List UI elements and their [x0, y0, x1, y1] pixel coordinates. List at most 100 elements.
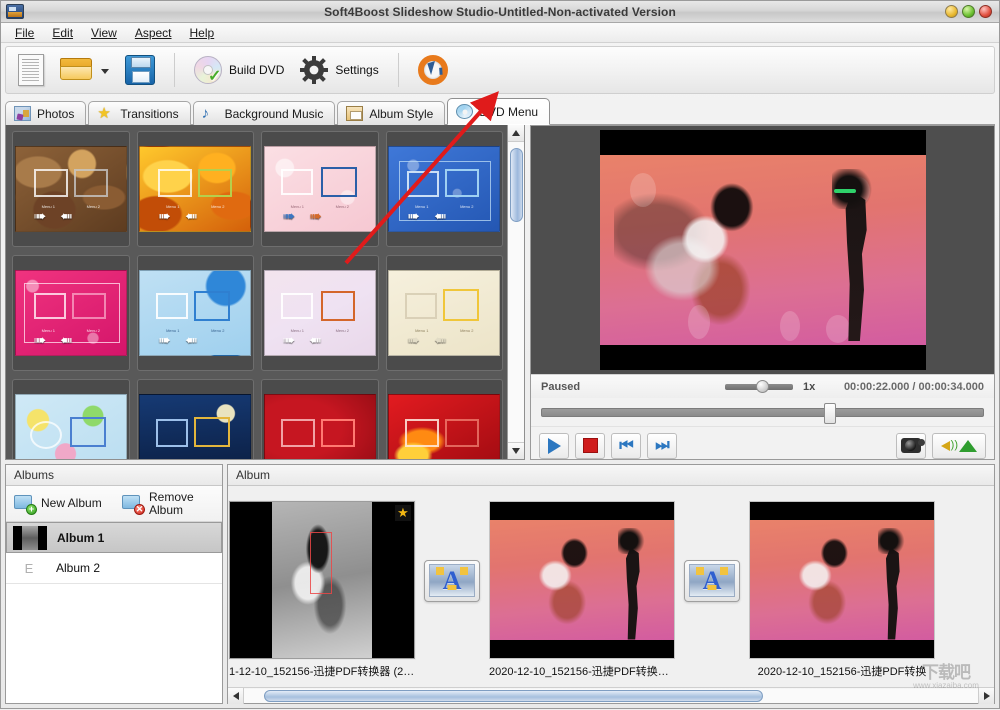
- seek-bar[interactable]: [541, 408, 984, 417]
- previous-button[interactable]: ⏮: [611, 433, 641, 459]
- filmstrip: ★ 1-12-10_152156-迅捷PDF转换器 (2)... A: [228, 486, 994, 687]
- next-button[interactable]: ⏭: [647, 433, 677, 459]
- tab-background-music[interactable]: ♪ Background Music: [193, 101, 336, 125]
- template-thumbnail: Menu 1Menu 2 ➠➠: [139, 146, 251, 232]
- scroll-up-button[interactable]: [508, 125, 525, 142]
- settings-button[interactable]: Settings: [294, 50, 384, 90]
- minimize-button[interactable]: [945, 5, 958, 18]
- template-item[interactable]: [386, 379, 504, 459]
- new-album-button[interactable]: + New Album: [6, 487, 114, 521]
- scroll-track[interactable]: [508, 142, 525, 442]
- dvd-menu-template-panel: Menu 1Menu 2 ➠➠ Menu 1Menu 2 ➠➠: [5, 125, 525, 460]
- transition-button[interactable]: A: [684, 560, 740, 602]
- stop-button[interactable]: [575, 433, 605, 459]
- template-nav-arrows: ➠➠: [158, 333, 197, 348]
- hscroll-thumb[interactable]: [264, 690, 763, 702]
- speed-slider[interactable]: [725, 384, 793, 390]
- seek-bar-thumb[interactable]: [824, 403, 836, 424]
- bottom-row: Albums + New Album ✕ Remove Album Album …: [5, 464, 995, 704]
- transition-button[interactable]: A: [424, 560, 480, 602]
- menu-edit[interactable]: Edit: [44, 24, 81, 42]
- template-item[interactable]: Menu 1Menu 2 ➠➠: [261, 255, 379, 371]
- help-cursor-icon: [418, 55, 448, 85]
- hscroll-track[interactable]: [244, 689, 978, 703]
- template-thumbnail: Menu 1Menu 2 ➠➠: [15, 146, 127, 232]
- filmstrip-slide[interactable]: ★ 1-12-10_152156-迅捷PDF转换器 (2)...: [228, 501, 416, 679]
- chevron-down-icon[interactable]: [101, 69, 109, 74]
- template-item[interactable]: [137, 379, 255, 459]
- volume-button[interactable]: )): [932, 433, 986, 459]
- remove-album-button[interactable]: ✕ Remove Album: [114, 487, 222, 521]
- chevron-right-icon: [984, 692, 990, 700]
- chevron-left-icon: [233, 692, 239, 700]
- menu-aspect[interactable]: Aspect: [127, 24, 180, 42]
- template-thumbnail: [388, 394, 500, 459]
- transition-slot[interactable]: A: [676, 560, 748, 602]
- build-dvd-label: Build DVD: [229, 63, 284, 77]
- slide-caption: 2020-12-10_152156-迅捷PDF转换: [749, 663, 935, 679]
- chevron-up-icon: [512, 130, 520, 136]
- template-item[interactable]: Menu 1Menu 2 ➠➠: [137, 131, 255, 247]
- preview-stage[interactable]: [531, 126, 994, 374]
- star-icon: ★: [97, 106, 114, 121]
- maximize-button[interactable]: [962, 5, 975, 18]
- close-button[interactable]: [979, 5, 992, 18]
- speed-slider-knob[interactable]: [756, 380, 769, 393]
- slide-thumbnail[interactable]: ★: [229, 501, 415, 659]
- template-vertical-scrollbar[interactable]: [507, 125, 524, 459]
- template-item[interactable]: [261, 379, 379, 459]
- template-item[interactable]: Menu 1Menu 2 ➠➠: [12, 255, 130, 371]
- slide-thumbnail[interactable]: [749, 501, 935, 659]
- remove-album-icon: ✕: [122, 495, 144, 513]
- transition-slot[interactable]: A: [416, 560, 488, 602]
- template-thumbnail: [264, 394, 376, 459]
- chevron-down-icon: [512, 448, 520, 454]
- template-item[interactable]: [12, 379, 130, 459]
- album-list-item[interactable]: E Album 2: [6, 553, 222, 584]
- slide-image: [272, 502, 372, 658]
- open-project-button[interactable]: [54, 50, 115, 90]
- menu-view[interactable]: View: [83, 24, 125, 42]
- scroll-thumb[interactable]: [510, 148, 523, 222]
- dvd-icon: [456, 104, 473, 119]
- play-button[interactable]: [539, 433, 569, 459]
- filmstrip-horizontal-scrollbar[interactable]: [228, 687, 994, 703]
- template-nav-arrows: ➠➠: [407, 209, 446, 224]
- album-thumbnail-placeholder: E: [12, 556, 46, 580]
- tab-dvd-menu[interactable]: DVD Menu: [447, 98, 550, 125]
- album-list-item[interactable]: Album 1: [6, 522, 222, 553]
- filmstrip-slide[interactable]: 2020-12-10_152156-迅捷PDF转换: [748, 501, 936, 679]
- template-item[interactable]: Menu 1Menu 2 ➠➠: [386, 131, 504, 247]
- scroll-left-button[interactable]: [228, 688, 244, 704]
- new-project-button[interactable]: [12, 50, 50, 90]
- template-item[interactable]: Menu 1Menu 2 ➠➠: [137, 255, 255, 371]
- scroll-right-button[interactable]: [978, 688, 994, 704]
- save-project-button[interactable]: [119, 50, 161, 90]
- slide-thumbnail[interactable]: [489, 501, 675, 659]
- template-item[interactable]: Menu 1Menu 2 ➠➠: [261, 131, 379, 247]
- help-pointer-button[interactable]: [412, 50, 454, 90]
- remove-album-label: Remove Album: [149, 491, 222, 516]
- star-badge-icon: ★: [395, 505, 411, 521]
- photos-icon: [14, 106, 31, 121]
- preview-info-bar: Paused 1x 00:00:22.000 / 00:00:34.000: [531, 374, 994, 398]
- tab-transitions[interactable]: ★ Transitions: [88, 101, 190, 125]
- slide-caption: 2020-12-10_152156-迅捷PDF转换器 (2)_?...: [489, 663, 675, 679]
- tab-album-style[interactable]: Album Style: [337, 101, 445, 125]
- open-folder-icon: [60, 58, 92, 82]
- menu-file-label: File: [15, 26, 34, 40]
- template-item[interactable]: Menu 1Menu 2 ➠➠: [386, 255, 504, 371]
- scroll-down-button[interactable]: [508, 442, 525, 459]
- template-label-2: Menu 2: [336, 204, 349, 209]
- tab-photos[interactable]: Photos: [5, 101, 86, 125]
- seek-bar-row: [531, 398, 994, 426]
- snapshot-button[interactable]: [896, 433, 926, 459]
- new-album-icon: +: [14, 495, 36, 513]
- window-controls: [945, 5, 992, 18]
- menu-help[interactable]: Help: [182, 24, 223, 42]
- filmstrip-slide[interactable]: 2020-12-10_152156-迅捷PDF转换器 (2)_?...: [488, 501, 676, 679]
- template-item[interactable]: Menu 1Menu 2 ➠➠: [12, 131, 130, 247]
- menu-file[interactable]: File: [7, 24, 42, 42]
- build-dvd-button[interactable]: ✓ Build DVD: [188, 50, 290, 90]
- music-note-icon: ♪: [202, 106, 219, 121]
